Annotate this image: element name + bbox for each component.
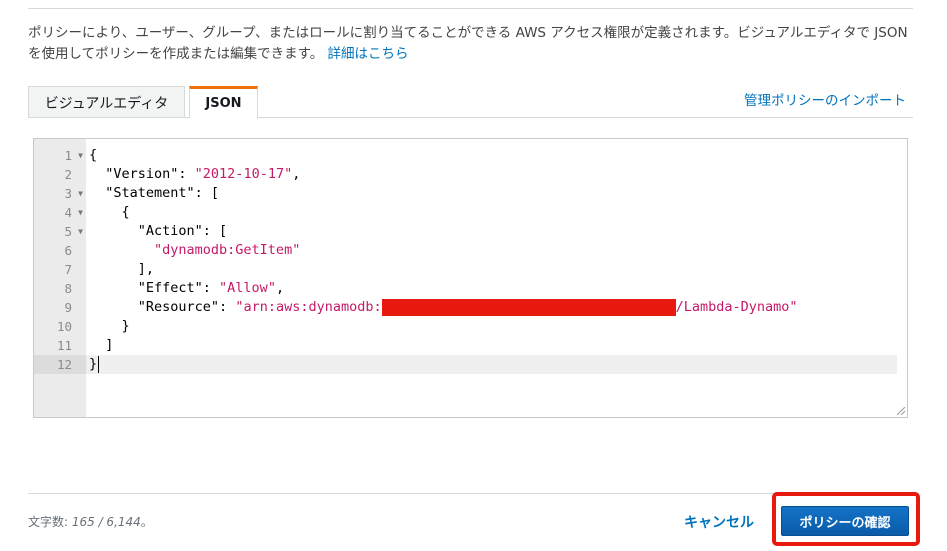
code-line: { <box>89 204 130 220</box>
json-code-editor[interactable]: 1 ▼ 2 3 ▼ 4 ▼ 5 ▼ 6 7 8 9 10 11 12 { "Versio… <box>33 138 908 418</box>
fold-arrow-icon[interactable]: ▼ <box>78 184 83 203</box>
tab-visual-editor[interactable]: ビジュアルエディタ <box>28 86 185 118</box>
code-line: } <box>89 318 130 334</box>
line-number: 2 <box>64 167 72 182</box>
code-line: "Version": "2012-10-17", <box>89 166 301 182</box>
tab-json[interactable]: JSON <box>189 86 258 119</box>
learn-more-link[interactable]: 詳細はこちら <box>328 46 409 62</box>
code-line: "Effect": "Allow", <box>89 280 285 296</box>
code-line: "dynamodb:GetItem" <box>89 242 301 258</box>
line-number: 1 ▼ <box>64 146 83 165</box>
line-number: 3 ▼ <box>64 184 83 203</box>
tabs-divider <box>28 117 913 118</box>
text-caret <box>98 355 100 373</box>
code-line-active: } <box>86 355 897 374</box>
code-line: ], <box>89 261 155 277</box>
redaction-bar <box>381 298 676 316</box>
line-number: 11 <box>56 338 72 353</box>
description-text: ポリシーにより、ユーザー、グループ、またはロールに割り当てることができる AWS… <box>28 25 908 62</box>
line-number: 8 <box>64 281 72 296</box>
code-line: "Statement": [ <box>89 185 220 201</box>
line-number: 5 ▼ <box>64 222 83 241</box>
line-number: 9 <box>64 300 72 315</box>
line-number: 10 <box>56 319 72 334</box>
review-policy-button[interactable]: ポリシーの確認 <box>781 506 909 536</box>
top-divider <box>28 8 913 9</box>
policy-description: ポリシーにより、ユーザー、グループ、またはロールに割り当てることができる AWS… <box>28 23 918 65</box>
resize-handle-icon[interactable] <box>897 407 905 415</box>
code-area[interactable]: { "Version": "2012-10-17", "Statement": … <box>86 146 897 374</box>
cancel-button[interactable]: キャンセル <box>684 512 754 532</box>
code-line: "Resource": "arn:aws:dynamodb:/Lambda-Dy… <box>89 298 798 316</box>
fold-arrow-icon[interactable]: ▼ <box>78 222 83 241</box>
import-managed-policy-link[interactable]: 管理ポリシーのインポート <box>744 89 906 109</box>
line-number: 7 <box>64 262 72 277</box>
line-number: 4 ▼ <box>64 203 83 222</box>
character-count: 文字数: 165 / 6,144。 <box>28 515 153 529</box>
code-line: { <box>89 147 98 163</box>
code-line: "Action": [ <box>89 223 228 239</box>
line-number: 6 <box>64 243 72 258</box>
line-number-gutter: 1 ▼ 2 3 ▼ 4 ▼ 5 ▼ 6 7 8 9 10 11 12 <box>34 139 86 417</box>
fold-arrow-icon[interactable]: ▼ <box>78 146 83 165</box>
line-number-active: 12 <box>34 355 86 374</box>
fold-arrow-icon[interactable]: ▼ <box>78 203 83 222</box>
code-line: ] <box>89 337 114 353</box>
